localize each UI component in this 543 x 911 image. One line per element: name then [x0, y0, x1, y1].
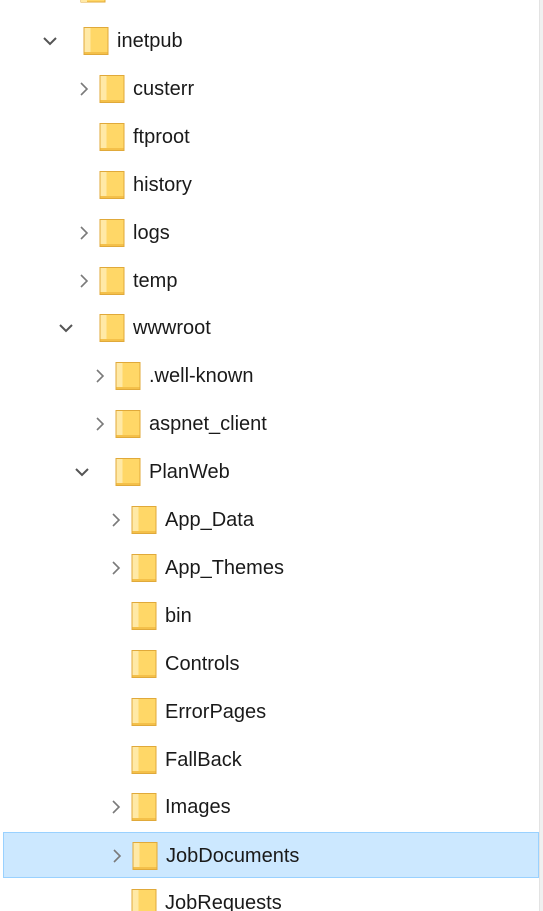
- tree-item-label: JobDocuments: [166, 845, 300, 867]
- tree-item[interactable]: temp: [3, 258, 539, 304]
- tree-item-label: temp: [133, 270, 178, 292]
- tree-item[interactable]: App_Data: [3, 497, 539, 543]
- tree-item[interactable]: Images: [3, 784, 539, 830]
- chevron-right-icon[interactable]: [75, 224, 93, 242]
- folder-icon: [115, 409, 141, 439]
- tree-item[interactable]: wwwroot: [3, 305, 539, 351]
- chevron-right-icon[interactable]: [107, 559, 125, 577]
- chevron-down-icon[interactable]: [41, 32, 59, 50]
- chevron-right-icon[interactable]: [107, 511, 125, 529]
- chevron-right-icon[interactable]: [91, 367, 109, 385]
- tree-item[interactable]: custerr: [3, 66, 539, 112]
- tree-item-label: App_Themes: [165, 557, 284, 579]
- tree-item-label: inetpub: [117, 30, 183, 52]
- folder-icon: [131, 792, 157, 822]
- chevron-right-icon[interactable]: [75, 272, 93, 290]
- tree-item-label: bin: [165, 605, 192, 627]
- tree-item-label: history: [133, 174, 192, 196]
- folder-tree: inetpub custerr ftproot history logs temp wwwr…: [0, 0, 543, 911]
- tree-item[interactable]: inetpub: [3, 18, 539, 64]
- chevron-right-icon[interactable]: [75, 80, 93, 98]
- tree-item[interactable]: Controls: [3, 641, 539, 687]
- tree-item[interactable]: bin: [3, 593, 539, 639]
- folder-icon: [99, 313, 125, 343]
- tree-item[interactable]: FallBack: [3, 737, 539, 783]
- folder-icon: [132, 841, 158, 871]
- tree-item[interactable]: logs: [3, 210, 539, 256]
- tree-item[interactable]: aspnet_client: [3, 401, 539, 447]
- tree-item-label: aspnet_client: [149, 413, 267, 435]
- folder-icon: [131, 505, 157, 535]
- folder-icon: [131, 649, 157, 679]
- scrollbar-track[interactable]: [539, 0, 543, 911]
- tree-item[interactable]: .well-known: [3, 353, 539, 399]
- tree-item[interactable]: ftproot: [3, 114, 539, 160]
- chevron-right-icon[interactable]: [107, 798, 125, 816]
- folder-icon: [115, 457, 141, 487]
- tree-item-label: custerr: [133, 78, 195, 100]
- folder-icon: [99, 170, 125, 200]
- chevron-down-icon[interactable]: [73, 463, 91, 481]
- tree-item-label: Controls: [165, 653, 240, 675]
- tree-item-label: wwwroot: [133, 317, 211, 339]
- folder-icon: [115, 361, 141, 391]
- tree-item-label: logs: [133, 222, 170, 244]
- tree-item[interactable]: JobDocuments: [3, 832, 539, 878]
- folder-icon: [83, 26, 109, 56]
- folder-icon: [131, 553, 157, 583]
- tree-item[interactable]: App_Themes: [3, 545, 539, 591]
- folder-icon: [131, 888, 157, 911]
- folder-icon: [99, 266, 125, 296]
- folder-icon: [80, 0, 106, 4]
- tree-item[interactable]: JobRequests: [3, 880, 539, 911]
- tree-item-label: PlanWeb: [149, 461, 230, 483]
- tree-item-label: .well-known: [149, 365, 254, 387]
- tree-item-label: FallBack: [165, 749, 242, 771]
- tree-item[interactable]: PlanWeb: [3, 449, 539, 495]
- folder-icon: [99, 74, 125, 104]
- folder-icon: [99, 218, 125, 248]
- tree-item-label: ftproot: [133, 126, 190, 148]
- chevron-right-icon[interactable]: [108, 847, 126, 865]
- tree-item[interactable]: ErrorPages: [3, 689, 539, 735]
- tree-item-label: App_Data: [165, 509, 254, 531]
- chevron-down-icon[interactable]: [57, 319, 75, 337]
- folder-icon: [131, 745, 157, 775]
- folder-icon: [131, 601, 157, 631]
- chevron-right-icon[interactable]: [91, 415, 109, 433]
- tree-item[interactable]: history: [3, 162, 539, 208]
- tree-item-label: JobRequests: [165, 892, 282, 911]
- tree-item-label: Images: [165, 796, 231, 818]
- tree-item-label: ErrorPages: [165, 701, 267, 723]
- folder-icon: [99, 122, 125, 152]
- folder-icon: [131, 697, 157, 727]
